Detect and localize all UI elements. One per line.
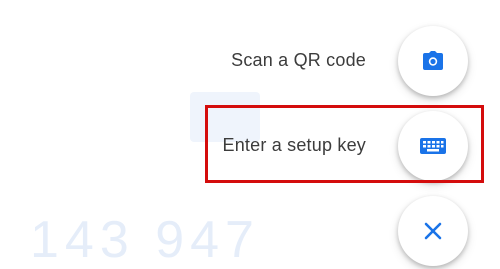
enter-setup-key-button[interactable] xyxy=(398,111,468,181)
keyboard-icon xyxy=(420,138,446,154)
enter-setup-key-label[interactable]: Enter a setup key xyxy=(223,135,366,156)
scan-qr-code-button[interactable] xyxy=(398,26,468,96)
close-icon xyxy=(424,222,442,240)
close-speed-dial-button[interactable] xyxy=(398,196,468,266)
background-code-digits: 143 947 xyxy=(30,211,260,269)
scan-qr-code-label[interactable]: Scan a QR code xyxy=(231,50,366,71)
camera-icon xyxy=(423,51,443,70)
